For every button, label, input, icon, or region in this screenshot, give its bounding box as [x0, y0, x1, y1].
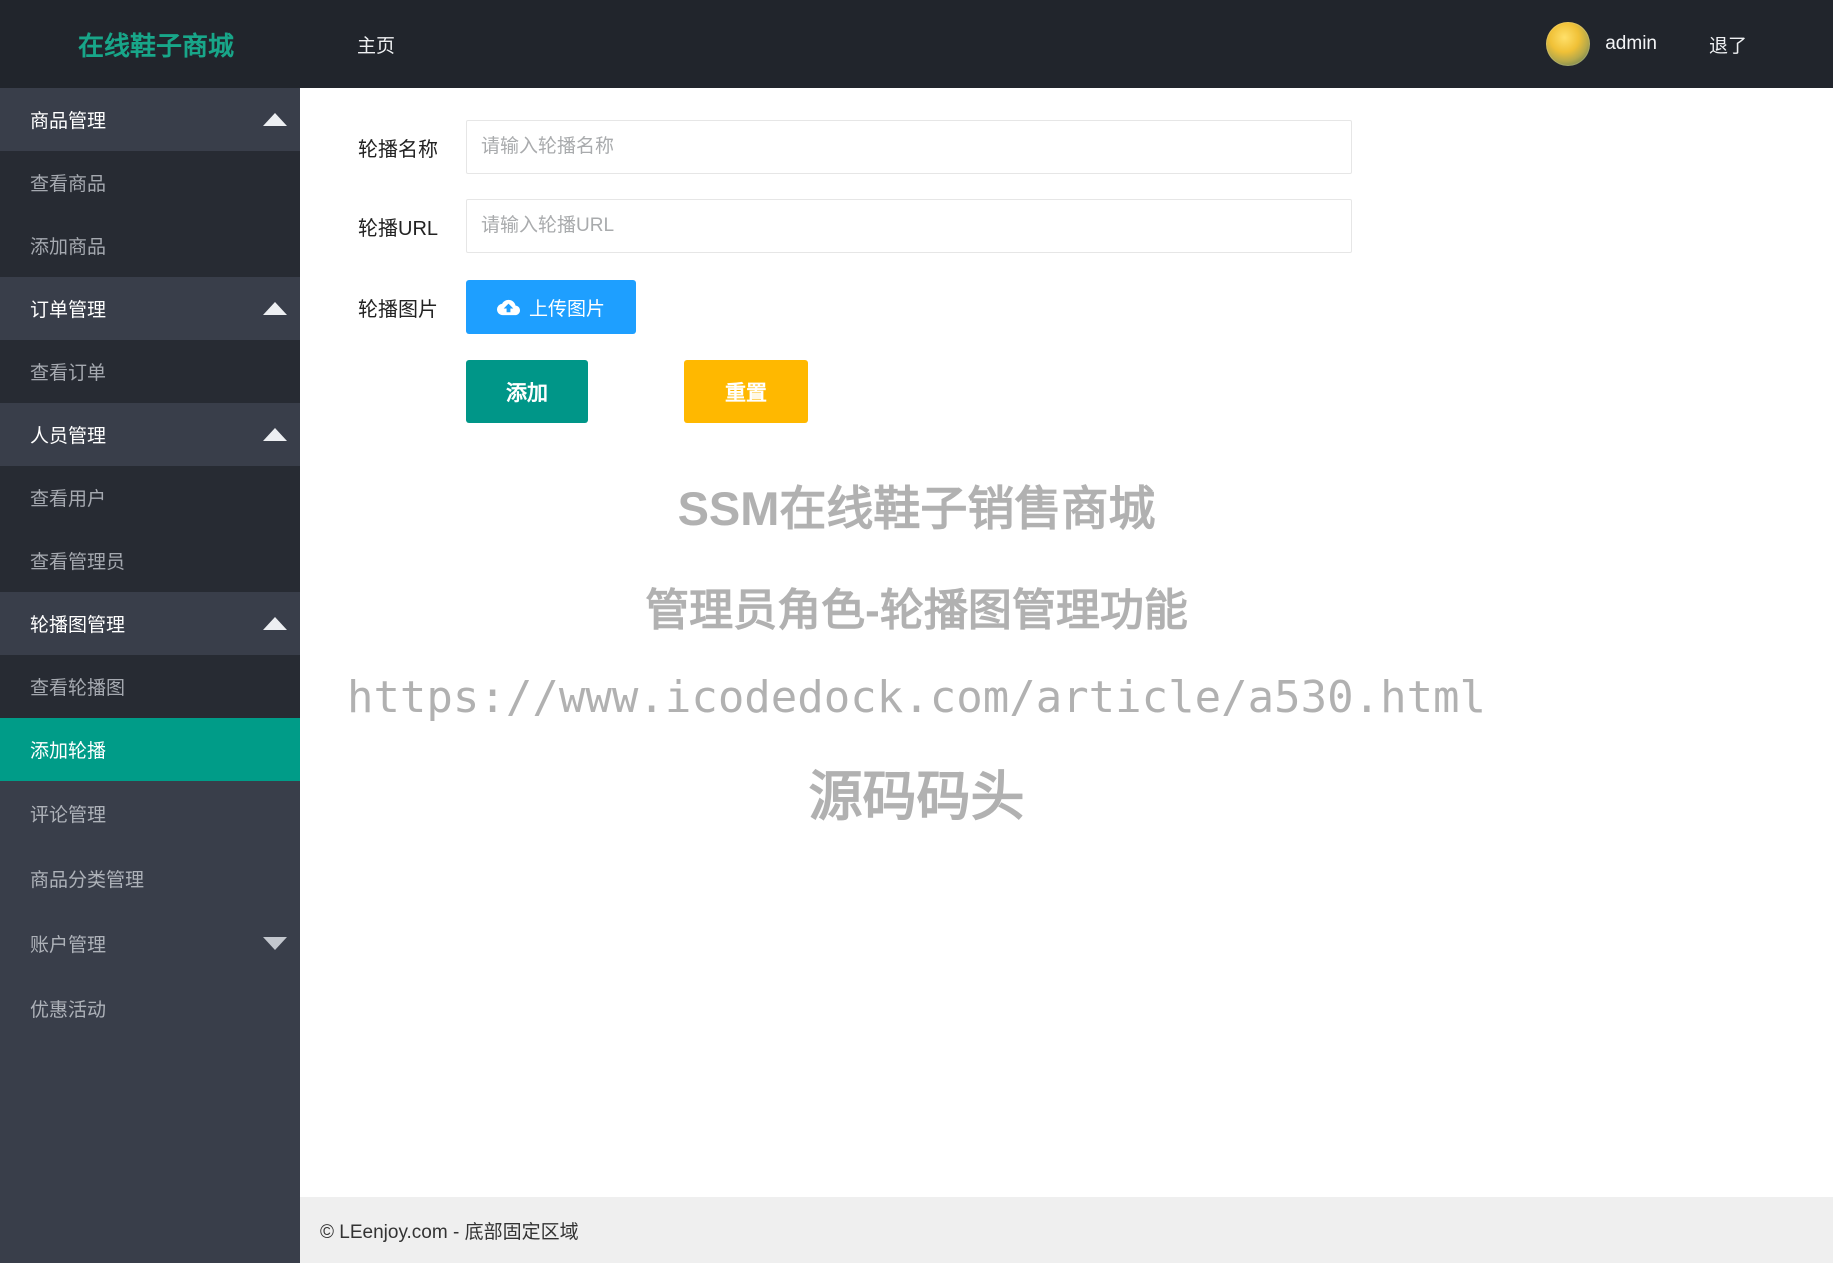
sidebar-item-promotions[interactable]: 优惠活动 [0, 976, 300, 1041]
sidebar-item-carousel-management[interactable]: 轮播图管理 [0, 592, 300, 655]
nav-home-link[interactable]: 主页 [357, 0, 395, 88]
sidebar-item-label: 查看订单 [30, 363, 107, 384]
sidebar-item-add-goods[interactable]: 添加商品 [0, 214, 300, 277]
sidebar-item-view-orders[interactable]: 查看订单 [0, 340, 300, 403]
brand-logo[interactable]: 在线鞋子商城 [78, 0, 234, 88]
main-content: 轮播名称 轮播URL 轮播图片 上传图片 添加 重置 [300, 88, 1833, 1197]
sidebar-item-label: 查看商品 [30, 174, 107, 195]
sidebar-item-label: 轮播图管理 [30, 615, 126, 636]
sidebar-item-category-management[interactable]: 商品分类管理 [0, 846, 300, 911]
sidebar-item-label: 添加商品 [30, 237, 107, 258]
sidebar-item-staff-management[interactable]: 人员管理 [0, 403, 300, 466]
sidebar-item-label: 人员管理 [30, 426, 107, 447]
sidebar-item-view-users[interactable]: 查看用户 [0, 466, 300, 529]
sidebar-item-label: 查看轮播图 [30, 678, 126, 699]
chevron-down-icon [263, 937, 287, 950]
sidebar: 商品管理查看商品添加商品订单管理查看订单人员管理查看用户查看管理员轮播图管理查看… [0, 88, 300, 1263]
chevron-up-icon [263, 113, 287, 126]
carousel-url-label: 轮播URL [358, 217, 439, 240]
cloud-upload-icon [496, 299, 520, 315]
sidebar-item-goods-management[interactable]: 商品管理 [0, 88, 300, 151]
sidebar-item-label: 订单管理 [30, 300, 107, 321]
sidebar-item-label: 添加轮播 [30, 741, 107, 762]
logout-link[interactable]: 退了 [1709, 31, 1747, 58]
navbar-right: admin 退了 [1546, 0, 1747, 88]
sidebar-item-add-carousel[interactable]: 添加轮播 [0, 718, 300, 781]
avatar[interactable] [1546, 22, 1591, 66]
sidebar-item-comment-management[interactable]: 评论管理 [0, 781, 300, 846]
carousel-image-label: 轮播图片 [358, 298, 438, 321]
carousel-name-label: 轮播名称 [358, 138, 438, 161]
chevron-up-icon [263, 302, 287, 315]
carousel-name-input[interactable] [466, 120, 1352, 174]
add-button[interactable]: 添加 [466, 360, 588, 423]
reset-button[interactable]: 重置 [684, 360, 808, 423]
upload-image-button[interactable]: 上传图片 [466, 280, 636, 334]
sidebar-item-view-goods[interactable]: 查看商品 [0, 151, 300, 214]
sidebar-item-label: 查看管理员 [30, 552, 126, 573]
footer-text: © LEenjoy.com - 底部固定区域 [320, 1221, 579, 1243]
upload-button-label: 上传图片 [528, 298, 605, 320]
sidebar-item-account-management[interactable]: 账户管理 [0, 911, 300, 976]
sidebar-item-view-carousel[interactable]: 查看轮播图 [0, 655, 300, 718]
username-label[interactable]: admin [1605, 33, 1657, 55]
sidebar-item-label: 优惠活动 [30, 1000, 107, 1021]
sidebar-item-view-admins[interactable]: 查看管理员 [0, 529, 300, 592]
sidebar-item-label: 查看用户 [30, 489, 107, 510]
sidebar-item-label: 账户管理 [30, 935, 107, 956]
sidebar-item-label: 商品分类管理 [30, 870, 145, 891]
sidebar-item-label: 商品管理 [30, 111, 107, 132]
chevron-up-icon [263, 617, 287, 630]
sidebar-item-order-management[interactable]: 订单管理 [0, 277, 300, 340]
top-navbar: 在线鞋子商城 主页 admin 退了 [0, 0, 1833, 88]
chevron-up-icon [263, 428, 287, 441]
sidebar-item-label: 评论管理 [30, 805, 107, 826]
page-footer: © LEenjoy.com - 底部固定区域 [300, 1197, 1833, 1263]
carousel-url-input[interactable] [466, 199, 1352, 253]
